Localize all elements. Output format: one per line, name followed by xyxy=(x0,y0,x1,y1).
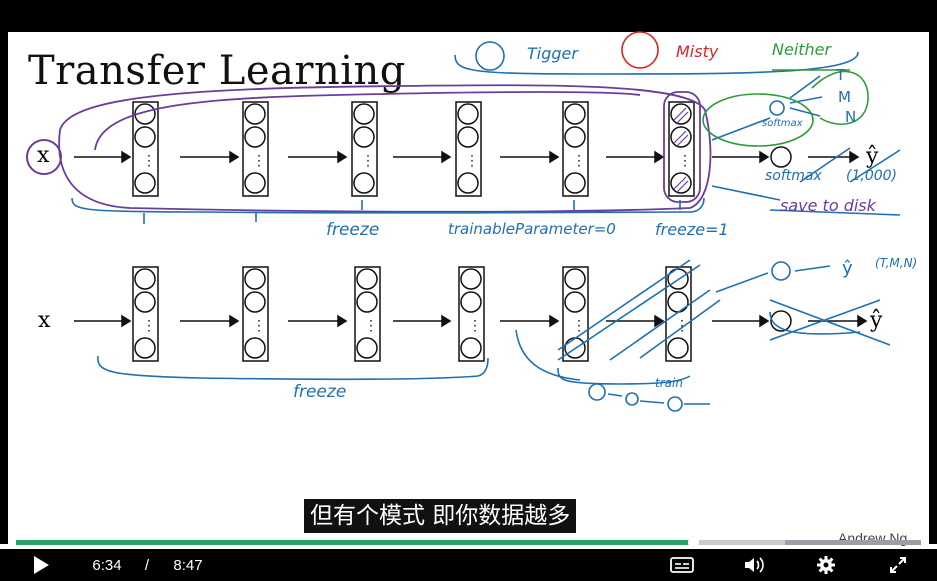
count-label: (1,000) xyxy=(846,168,898,184)
red-annotations xyxy=(621,31,659,69)
layer-2-5: ⋮ xyxy=(562,266,589,362)
progress-buffered xyxy=(692,540,786,545)
layer-2-3: ⋮ xyxy=(354,266,381,362)
svg-text:⋮: ⋮ xyxy=(465,152,479,168)
y-hat-small-label: ŷ xyxy=(842,258,853,279)
svg-text:⋮: ⋮ xyxy=(364,317,378,333)
progress-played xyxy=(16,540,693,545)
layer-2-4: ⋮ xyxy=(458,266,485,362)
play-icon xyxy=(34,556,49,574)
layer-2-1: ⋮ xyxy=(132,266,159,362)
fullscreen-icon xyxy=(890,557,906,573)
output-y-hat-1: ŷ xyxy=(866,144,879,169)
svg-text:⋮: ⋮ xyxy=(142,152,156,168)
captions-icon xyxy=(670,557,694,573)
softmax-label-2: softmax xyxy=(765,168,822,184)
layer-3: ⋮ xyxy=(351,101,378,197)
svg-text:⋮: ⋮ xyxy=(142,317,156,333)
captions-button[interactable] xyxy=(668,549,696,581)
duration: 8:47 xyxy=(173,556,203,574)
fullscreen-button[interactable] xyxy=(884,549,912,581)
settings-button[interactable] xyxy=(812,549,840,581)
save-to-disk-label: save to disk xyxy=(780,196,876,215)
freeze-label-1: freeze xyxy=(326,220,380,240)
svg-text:⋮: ⋮ xyxy=(252,152,266,168)
svg-text:⋮: ⋮ xyxy=(252,317,266,333)
player-controls: 6:34 / 8:47 xyxy=(0,549,937,581)
current-time: 6:34 xyxy=(92,556,122,574)
subtitle-caption: 但有个模式 即你数据越多 xyxy=(304,499,577,533)
progress-bar[interactable] xyxy=(16,537,921,548)
neither-label: Neither xyxy=(772,40,832,59)
output-node-1 xyxy=(770,146,792,168)
gear-icon xyxy=(817,556,835,574)
svg-text:⋮: ⋮ xyxy=(572,317,586,333)
output-y-hat-2: ŷ xyxy=(870,308,883,333)
freeze-eq-label: freeze=1 xyxy=(655,220,729,239)
slide-drawing: ⋮ ⋮ ⋮ ⋮ ⋮ ⋮ ⋮ ⋮ ⋮ ⋮ ⋮ ⋮ xyxy=(26,31,901,412)
misty-label: Misty xyxy=(676,42,719,61)
n-label: N xyxy=(845,108,857,126)
layer-2-2: ⋮ xyxy=(242,266,269,362)
tigger-label: Tigger xyxy=(527,44,578,63)
svg-text:⋮: ⋮ xyxy=(361,152,375,168)
layer-2: ⋮ xyxy=(242,101,269,197)
train-label: train xyxy=(655,376,683,390)
scribbled-nodes xyxy=(673,107,689,194)
freeze-label-2: freeze xyxy=(293,382,347,402)
purple-enclosure xyxy=(58,84,712,213)
svg-text:⋮: ⋮ xyxy=(572,152,586,168)
volume-icon xyxy=(745,557,764,573)
input-x-label-2: x xyxy=(38,308,51,333)
layer-2-6: ⋮ xyxy=(665,266,692,362)
svg-text:⋮: ⋮ xyxy=(468,317,482,333)
network-row-1: ⋮ ⋮ ⋮ ⋮ ⋮ ⋮ xyxy=(26,101,860,197)
input-x-label: x xyxy=(37,143,50,168)
play-button[interactable] xyxy=(26,549,56,581)
progress-knob[interactable] xyxy=(687,537,699,548)
layer-5: ⋮ xyxy=(562,101,589,197)
t-label: T xyxy=(836,66,846,84)
m-label: M xyxy=(838,88,851,106)
tmn-label: (T,M,N) xyxy=(875,256,918,270)
blue-annotations-row-2 xyxy=(97,259,891,412)
trainable-parameter-label: trainableParameter=0 xyxy=(448,220,616,238)
layer-4: ⋮ xyxy=(455,101,482,197)
softmax-label-1: softmax xyxy=(762,118,803,129)
time-separator: / xyxy=(144,556,150,574)
layer-1: ⋮ xyxy=(132,101,159,197)
volume-button[interactable] xyxy=(740,549,768,581)
svg-text:⋮: ⋮ xyxy=(678,152,692,168)
